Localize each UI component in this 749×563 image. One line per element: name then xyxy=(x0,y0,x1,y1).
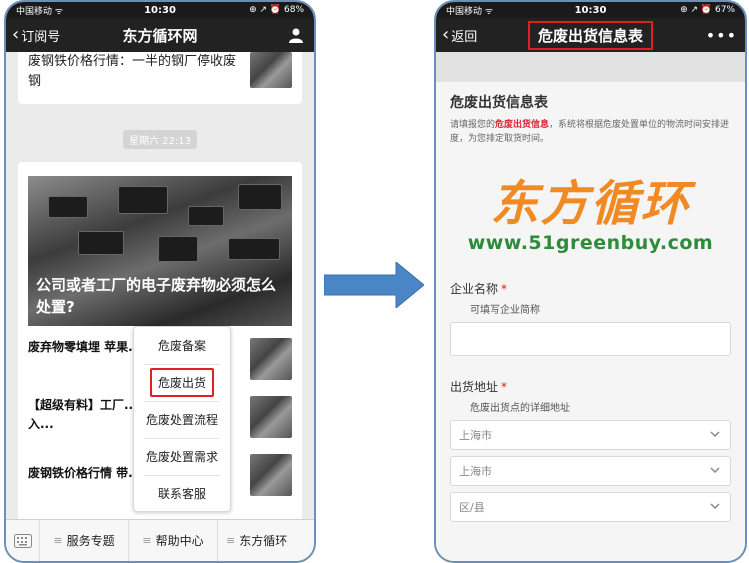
form-title: 危废出货信息表 xyxy=(450,95,548,111)
article-thumbnail xyxy=(250,52,292,88)
menu-lines-icon: ≡ xyxy=(226,534,236,547)
menu-label: 帮助中心 xyxy=(155,534,204,548)
keyboard-icon xyxy=(13,533,32,548)
form-header-strip xyxy=(436,52,745,82)
hero-caption: 公司或者工厂的电子废弃物必须怎么处置? xyxy=(36,276,277,316)
desc-text: 请填报您的 xyxy=(450,120,496,130)
menu-label: 东方循环 xyxy=(239,534,288,548)
menu-item-disposal-process[interactable]: 危废处置流程 xyxy=(134,401,230,438)
nav-bar: ‹ 订阅号 东方循环网 xyxy=(6,18,314,52)
hero-image[interactable]: 公司或者工厂的电子废弃物必须怎么处置? xyxy=(28,176,292,326)
menu-item-hazwaste-record[interactable]: 危废备案 xyxy=(134,327,230,364)
shipment-form: 危废出货信息表 请填报您的危废出货信息，系统将根据危废处置单位的物流时间安排进度… xyxy=(436,52,745,561)
chevron-down-icon xyxy=(710,503,720,510)
back-label: 订阅号 xyxy=(21,29,61,45)
form-header: 危废出货信息表 请填报您的危废出货信息，系统将根据危废处置单位的物流时间安排进度… xyxy=(436,82,745,152)
menu-item-label: 危废备案 xyxy=(157,339,206,353)
chevron-down-icon xyxy=(710,467,720,474)
chip-shape xyxy=(238,184,282,210)
company-field-group: 企业名称 * 可填写企业简称 xyxy=(436,280,745,356)
desc-highlight: 危废出货信息 xyxy=(495,120,550,130)
status-bar: 中国移动 ᯤ 10:30 ⊕ ↗ ⏰ 68% xyxy=(6,2,314,18)
back-label: 返回 xyxy=(451,29,478,45)
back-button[interactable]: ‹ 返回 xyxy=(436,26,477,45)
address-hint: 危废出货点的详细地址 xyxy=(470,403,570,414)
more-icon[interactable]: ••• xyxy=(706,26,737,45)
menu-item-hazwaste-shipment[interactable]: 危废出货 xyxy=(134,364,230,401)
required-mark: * xyxy=(501,380,508,394)
menu-item-contact-support[interactable]: 联系客服 xyxy=(134,475,230,512)
field-label: 企业名称 * xyxy=(436,280,745,297)
province-value: 上海市 xyxy=(459,429,492,442)
bottom-menu-bar: ≡ 服务专题 ≡ 帮助中心 ≡ 东方循环 xyxy=(6,519,314,561)
chevron-left-icon: ‹ xyxy=(12,24,20,45)
keyboard-toggle[interactable] xyxy=(6,520,40,561)
menu-item-label: 危废出货 xyxy=(149,368,214,397)
page-title: 危废出货信息表 xyxy=(436,20,745,50)
field-label: 出货地址 * xyxy=(436,378,745,395)
page-title-text: 危废出货信息表 xyxy=(527,20,653,50)
chip-shape xyxy=(118,186,168,214)
screenshot-stage: 中国移动 ᯤ 10:30 ⊕ ↗ ⏰ 68% ‹ 订阅号 东方循环网 废钢铁价格… xyxy=(0,0,749,563)
status-bar: 中国移动 ᯤ 10:30 ⊕ ↗ ⏰ 67% xyxy=(436,2,745,18)
back-button[interactable]: ‹ 订阅号 xyxy=(6,26,60,45)
company-label: 企业名称 xyxy=(450,282,499,296)
chevron-left-icon: ‹ xyxy=(442,24,450,45)
clock: 10:30 xyxy=(574,4,607,16)
chip-shape xyxy=(188,206,224,226)
clock: 10:30 xyxy=(144,4,176,16)
district-placeholder: 区/县 xyxy=(459,501,485,514)
left-phone: 中国移动 ᯤ 10:30 ⊕ ↗ ⏰ 68% ‹ 订阅号 东方循环网 废钢铁价格… xyxy=(4,0,316,563)
address-label: 出货地址 xyxy=(450,380,499,394)
company-name-input[interactable] xyxy=(450,322,731,356)
province-select[interactable]: 上海市 xyxy=(450,420,731,450)
news-thumbnail xyxy=(250,338,292,380)
company-hint: 可填写企业简称 xyxy=(470,305,540,316)
nav-bar: ‹ 返回 危废出货信息表 ••• xyxy=(436,18,745,52)
chevron-down-icon xyxy=(710,431,720,438)
right-arrow-icon xyxy=(324,262,424,308)
chip-shape xyxy=(78,231,124,255)
chip-shape xyxy=(228,238,280,260)
menu-item-label: 危废处置流程 xyxy=(145,413,218,427)
menu-lines-icon: ≡ xyxy=(53,534,63,547)
user-icon[interactable] xyxy=(288,27,304,43)
brand-logo: 东方循环 www.51greenbuy.com xyxy=(436,176,745,254)
chip-shape xyxy=(158,236,198,262)
news-thumbnail xyxy=(250,396,292,438)
logo-chinese: 东方循环 xyxy=(490,176,691,232)
menu-item-label: 联系客服 xyxy=(157,487,206,501)
date-label: 星期六 22:13 xyxy=(123,130,197,149)
city-value: 上海市 xyxy=(459,465,492,478)
menu-label: 服务专题 xyxy=(66,534,115,548)
logo-url: www.51greenbuy.com xyxy=(467,232,714,254)
news-thumbnail xyxy=(250,454,292,496)
form-description: 请填报您的危废出货信息，系统将根据危废处置单位的物流时间安排进度，为您排定取货时… xyxy=(450,118,731,146)
menu-item-label: 危废处置需求 xyxy=(145,450,218,464)
menu-help-center[interactable]: ≡ 帮助中心 xyxy=(129,520,218,561)
help-center-submenu: 危废备案 危废出货 危废处置流程 危废处置需求 联系客服 xyxy=(133,326,231,512)
menu-item-disposal-demand[interactable]: 危废处置需求 xyxy=(134,438,230,475)
address-field-group: 出货地址 * 危废出货点的详细地址 上海市 上海市 区/县 xyxy=(436,378,745,522)
menu-lines-icon: ≡ xyxy=(142,534,152,547)
article-card[interactable]: 废钢铁价格行情：一半的钢厂停收废钢 xyxy=(18,52,302,104)
required-mark: * xyxy=(501,282,508,296)
district-select[interactable]: 区/县 xyxy=(450,492,731,522)
article-title: 废钢铁价格行情：一半的钢厂停收废钢 xyxy=(28,54,237,89)
chip-shape xyxy=(48,196,88,218)
right-phone: 中国移动 ᯤ 10:30 ⊕ ↗ ⏰ 67% ‹ 返回 危废出货信息表 ••• … xyxy=(434,0,747,563)
city-select[interactable]: 上海市 xyxy=(450,456,731,486)
menu-dongfang-xunhuan[interactable]: ≡ 东方循环 xyxy=(218,520,314,561)
menu-service-topics[interactable]: ≡ 服务专题 xyxy=(40,520,129,561)
